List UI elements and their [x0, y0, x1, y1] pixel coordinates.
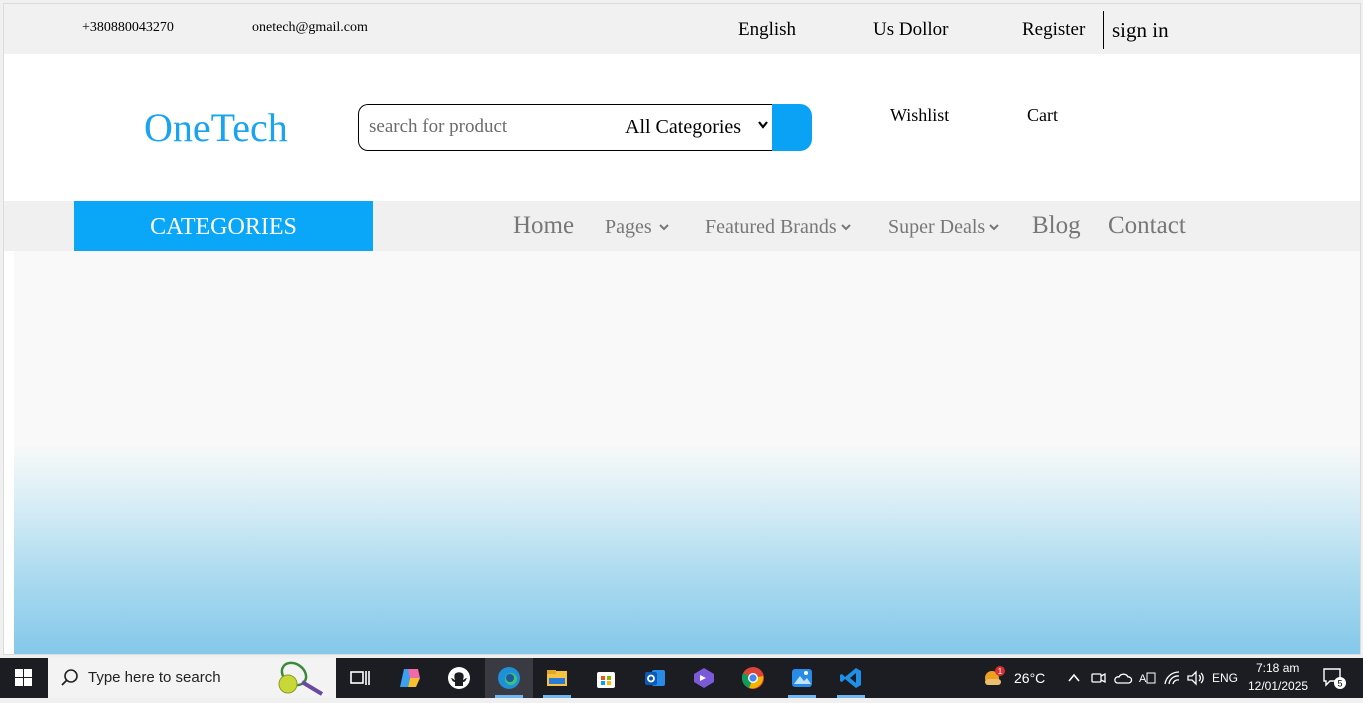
start-button[interactable] [0, 658, 48, 698]
language-selector[interactable]: English [738, 19, 796, 41]
clock-time[interactable]: 7:18 am [1256, 661, 1299, 675]
taskbar-search-placeholder: Type here to search [88, 669, 221, 686]
onedrive-icon[interactable] [1113, 669, 1133, 687]
chevron-up-icon[interactable] [1067, 671, 1081, 685]
windows-taskbar: Type here to search 1 26°C A ENG 7:18 am… [0, 658, 1363, 698]
browser-viewport: +380880043270 onetech@gmail.com English … [3, 3, 1361, 655]
nav-super-deals[interactable]: Super Deals [888, 216, 985, 239]
visual-studio-icon [694, 668, 714, 688]
file-explorer-button[interactable] [533, 658, 581, 698]
notification-icon[interactable]: 5 [1322, 667, 1348, 691]
task-view-button[interactable] [336, 658, 384, 698]
chrome-icon [741, 667, 764, 689]
register-link[interactable]: Register [1022, 19, 1085, 41]
cart-link[interactable]: Cart [1027, 105, 1058, 126]
site-logo[interactable]: OneTech [144, 104, 288, 151]
outlook-icon [645, 670, 665, 686]
hero-banner [14, 251, 1360, 654]
github-button[interactable] [435, 658, 483, 698]
tennis-racket-icon [278, 661, 324, 696]
currency-selector[interactable]: Us Dollor [873, 19, 948, 41]
volume-icon[interactable] [1186, 669, 1206, 687]
task-view-icon [350, 671, 370, 685]
copilot-button[interactable] [386, 658, 434, 698]
chevron-down-icon [989, 224, 999, 231]
nav-pages[interactable]: Pages [605, 216, 652, 239]
search-bar: All Categories [358, 104, 812, 151]
chrome-button[interactable] [729, 658, 777, 698]
visual-studio-button[interactable] [680, 658, 728, 698]
chevron-down-icon [841, 224, 851, 231]
edge-button[interactable] [485, 658, 533, 698]
nav-blog[interactable]: Blog [1032, 212, 1081, 240]
microsoft-store-icon [597, 672, 615, 688]
email-address: onetech@gmail.com [252, 20, 368, 35]
nav-featured-brands[interactable]: Featured Brands [705, 216, 837, 239]
notification-count: 5 [1337, 679, 1342, 689]
nav-contact[interactable]: Contact [1108, 212, 1186, 240]
phone-number: +380880043270 [82, 20, 174, 35]
github-icon [448, 667, 470, 689]
main-nav: CATEGORIES Home Pages Featured Brands Su… [4, 201, 1360, 251]
search-input[interactable] [369, 116, 599, 138]
top-bar: +380880043270 onetech@gmail.com English … [4, 4, 1360, 54]
photos-button[interactable] [778, 658, 826, 698]
outlook-button[interactable] [631, 658, 679, 698]
chevron-down-icon [758, 121, 768, 129]
windows-logo-icon [15, 669, 32, 686]
meet-now-icon[interactable] [1090, 669, 1106, 687]
language-indicator[interactable]: ENG [1212, 671, 1238, 685]
wifi-icon[interactable] [1163, 669, 1181, 687]
search-icon [61, 669, 78, 686]
search-box: All Categories [358, 104, 773, 151]
weather-icon[interactable]: 1 [982, 666, 1006, 688]
vscode-button[interactable] [827, 658, 875, 698]
divider [1103, 11, 1104, 49]
photos-icon [792, 669, 812, 687]
edge-icon [498, 667, 520, 689]
nav-home[interactable]: Home [513, 212, 574, 240]
search-button[interactable] [772, 104, 812, 151]
microsoft-store-button[interactable] [582, 658, 630, 698]
category-select[interactable]: All Categories [625, 116, 741, 139]
chevron-down-icon [659, 224, 669, 231]
weather-temperature[interactable]: 26°C [1014, 670, 1045, 686]
weather-badge: 1 [998, 667, 1003, 676]
svg-text:A: A [1139, 673, 1147, 685]
ime-icon[interactable]: A [1138, 669, 1156, 687]
clock-date[interactable]: 12/01/2025 [1248, 679, 1308, 693]
file-explorer-icon [547, 670, 567, 686]
taskbar-search[interactable]: Type here to search [48, 658, 336, 698]
sign-in-link[interactable]: sign in [1112, 18, 1169, 43]
categories-button[interactable]: CATEGORIES [74, 201, 373, 251]
copilot-icon [400, 669, 420, 687]
vscode-icon [840, 668, 861, 688]
wishlist-link[interactable]: Wishlist [890, 105, 949, 126]
